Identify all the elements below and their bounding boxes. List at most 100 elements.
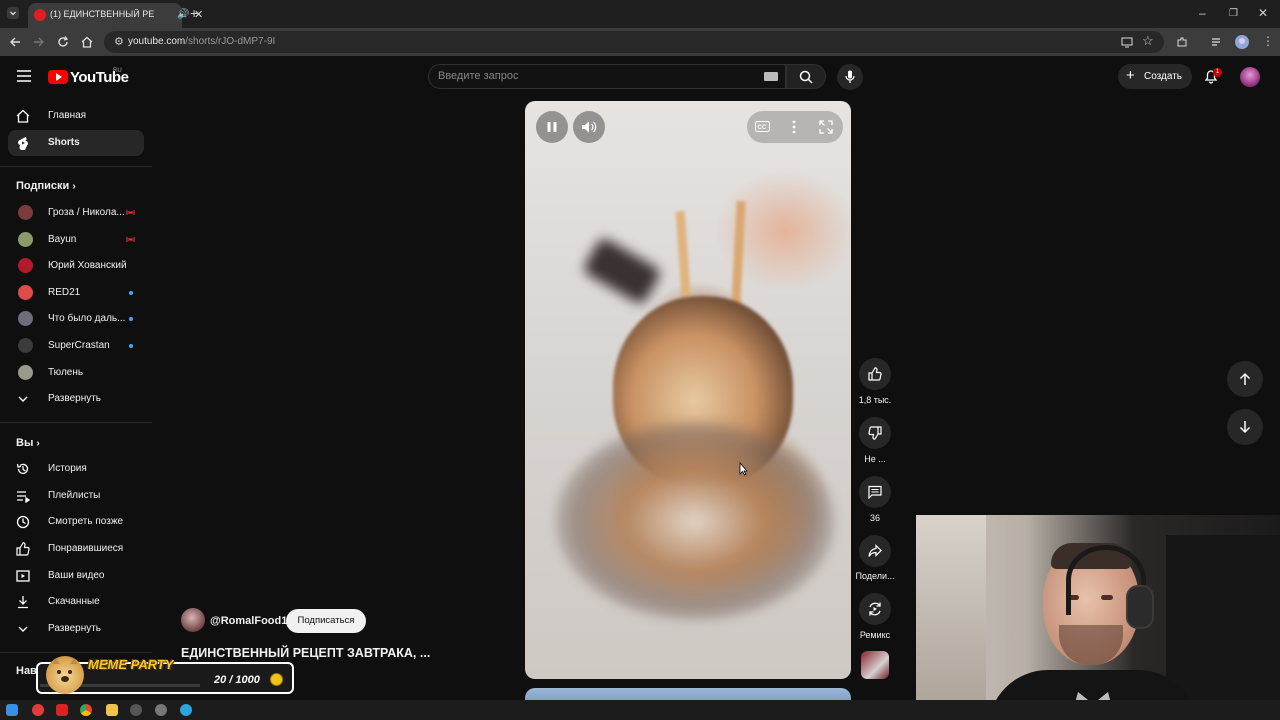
browser-menu-icon[interactable]: ⋮ <box>1262 35 1274 47</box>
account-avatar[interactable] <box>1240 67 1260 87</box>
remix-button[interactable] <box>859 593 891 625</box>
remix-label: Ремикс <box>859 630 891 640</box>
sidebar-item-subscription[interactable]: Что было даль... <box>8 306 144 332</box>
chrome-icon[interactable] <box>80 704 92 716</box>
you-header[interactable]: Вы › <box>16 437 40 449</box>
sound-thumbnail[interactable] <box>861 651 889 679</box>
sidebar-item-label: Shorts <box>48 137 80 148</box>
captions-icon[interactable]: CC <box>755 121 770 132</box>
subscriptions-header[interactable]: Подписки › <box>16 180 76 192</box>
fullscreen-icon[interactable] <box>819 120 833 134</box>
obs-icon[interactable] <box>130 704 142 716</box>
telegram-icon[interactable] <box>180 704 192 716</box>
arrow-down-icon <box>1239 421 1251 434</box>
sidebar-item-label: Гроза / Никола... <box>48 207 125 218</box>
cast-icon[interactable] <box>1121 36 1133 50</box>
region-code: RU <box>113 68 122 74</box>
file-explorer-icon[interactable] <box>106 704 118 716</box>
sidebar-item-label: Тюлень <box>48 367 84 378</box>
plus-icon: + <box>1126 67 1135 84</box>
sidebar-item-subscription[interactable]: SuperCrastan <box>8 333 144 359</box>
new-tab-icon[interactable]: + <box>190 6 198 20</box>
app-icon[interactable] <box>155 704 167 716</box>
bookmark-star-icon[interactable]: ☆ <box>1142 34 1154 47</box>
keyboard-icon[interactable] <box>764 72 778 81</box>
bowl <box>555 421 835 621</box>
playlists-icon <box>17 491 30 503</box>
liked-icon <box>16 542 30 556</box>
dislike-button[interactable] <box>859 417 891 449</box>
hamburger-menu-icon[interactable] <box>17 70 31 84</box>
comments-button[interactable] <box>859 476 891 508</box>
sidebar-item-history[interactable]: История <box>8 456 144 482</box>
channel-avatar[interactable] <box>181 608 205 632</box>
sidebar-item-downloads[interactable]: Скачанные <box>8 589 144 615</box>
home-icon <box>16 109 30 123</box>
channel-avatar <box>18 311 33 326</box>
tab-search-icon[interactable] <box>7 7 19 21</box>
reload-icon[interactable] <box>57 36 69 50</box>
forward-icon[interactable] <box>33 36 45 50</box>
search-placeholder: Введите запрос <box>438 70 519 82</box>
restore-window-icon[interactable]: ❐ <box>1229 8 1238 20</box>
video-controls-right: CC <box>747 111 843 143</box>
create-button[interactable]: + Создать <box>1118 64 1192 89</box>
more-options-icon[interactable] <box>791 120 797 134</box>
sidebar-item-shorts[interactable]: Shorts <box>8 130 144 156</box>
browser-tab[interactable]: (1) ЕДИНСТВЕННЫЙ РЕЦЕПТ 🔊 ✕ <box>28 3 203 28</box>
sidebar-item-label: RED21 <box>48 287 81 298</box>
address-bar[interactable]: ⚙ youtube.com/shorts/rJO-dMP7-9I <box>104 31 1164 53</box>
home-browser-icon[interactable] <box>81 36 93 50</box>
channel-avatar <box>18 338 33 353</box>
channel-name[interactable]: @RomalFood1 <box>210 615 287 627</box>
sidebar-item-playlists[interactable]: Плейлисты <box>8 483 144 509</box>
channel-avatar <box>18 232 33 247</box>
sidebar-item-subscription[interactable]: Bayun <box>8 227 144 253</box>
share-label: Подели... <box>855 571 895 581</box>
live-icon <box>126 237 135 242</box>
back-icon[interactable] <box>9 36 21 50</box>
extensions-icon[interactable] <box>1176 36 1188 50</box>
voice-search-button[interactable] <box>837 64 863 90</box>
start-menu-icon[interactable] <box>6 704 18 716</box>
search-button[interactable] <box>786 64 826 89</box>
volume-button[interactable] <box>573 111 605 143</box>
create-label: Создать <box>1144 71 1183 82</box>
sidebar-item-label: Главная <box>48 110 87 121</box>
live-icon <box>126 210 135 215</box>
channel-avatar <box>18 258 33 273</box>
sidebar-item-subscription[interactable]: Тюлень <box>8 360 144 386</box>
yandex-browser-icon[interactable] <box>32 704 44 716</box>
sidebar-item-liked[interactable]: Понравившиеся <box>8 536 144 562</box>
history-icon <box>16 463 29 474</box>
sidebar-expand-subscriptions[interactable]: Развернуть <box>8 386 144 412</box>
sidebar-item-subscription[interactable]: RED21 <box>8 280 144 306</box>
close-window-icon[interactable]: ✕ <box>1258 7 1268 19</box>
like-button[interactable] <box>859 358 891 390</box>
youtube-play-icon <box>48 70 68 84</box>
share-button[interactable] <box>859 535 891 567</box>
yandex-icon[interactable] <box>56 704 68 716</box>
short-video-player[interactable] <box>525 101 851 679</box>
sidebar-item-your-videos[interactable]: Ваши видео <box>8 563 144 589</box>
mouse-cursor-icon <box>739 462 748 476</box>
sidebar-expand-you[interactable]: Развернуть <box>8 616 144 642</box>
sidebar-item-label: Плейлисты <box>48 490 101 501</box>
sidebar-item-home[interactable]: Главная <box>8 103 144 129</box>
subscribe-button[interactable]: Подписаться <box>286 609 366 633</box>
sidebar-item-subscription[interactable]: Гроза / Никола... <box>8 200 144 226</box>
minimize-window-icon[interactable]: – <box>1199 7 1206 19</box>
your-videos-icon <box>16 570 30 582</box>
profile-icon[interactable] <box>1235 35 1249 51</box>
video-title[interactable]: ЕДИНСТВЕННЫЙ РЕЦЕПТ ЗАВТРАКА, ... <box>181 646 430 660</box>
sidebar-item-subscription[interactable]: Юрий Хованский <box>8 253 144 279</box>
sidebar-item-label: Скачанные <box>48 596 100 607</box>
chevron-down-icon <box>18 396 28 402</box>
tab-audio-icon[interactable]: 🔊 <box>177 9 189 20</box>
pause-button[interactable] <box>536 111 568 143</box>
previous-short-button[interactable] <box>1227 361 1263 397</box>
next-short-button[interactable] <box>1227 409 1263 445</box>
sidebar-item-watch-later[interactable]: Смотреть позже <box>8 509 144 535</box>
site-info-icon[interactable]: ⚙ <box>114 35 124 48</box>
media-control-icon[interactable] <box>1211 36 1223 50</box>
